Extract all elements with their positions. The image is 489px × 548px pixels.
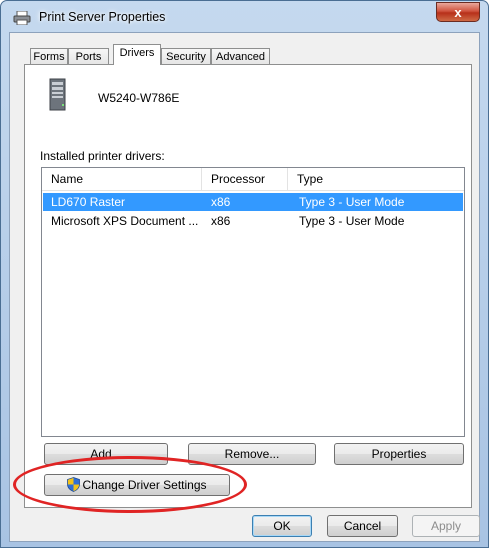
column-header-processor[interactable]: Processor [202, 168, 288, 190]
driver-name-cell: LD670 Raster [51, 195, 126, 209]
window-title: Print Server Properties [39, 10, 166, 24]
tab-label: Security [166, 51, 206, 63]
table-row[interactable]: Microsoft XPS Document ... x86 Type 3 - … [43, 212, 463, 230]
close-button[interactable]: x [436, 2, 480, 22]
change-driver-settings-label: Change Driver Settings [82, 478, 207, 492]
installed-drivers-list[interactable]: Name Processor Type LD670 Raster x86 Typ… [41, 167, 465, 437]
ok-button[interactable]: OK [252, 515, 312, 537]
printer-icon [13, 11, 31, 25]
driver-name-cell: Microsoft XPS Document ... [51, 214, 199, 228]
add-button[interactable]: Add... [44, 443, 168, 465]
table-row[interactable]: LD670 Raster x86 Type 3 - User Mode [43, 193, 463, 211]
driver-type-cell: Type 3 - User Mode [299, 195, 405, 209]
cancel-button[interactable]: Cancel [327, 515, 398, 537]
server-name: W5240-W786E [98, 91, 180, 105]
server-tower-icon [49, 78, 66, 111]
tab-label: Advanced [216, 51, 265, 63]
driver-processor-cell: x86 [211, 195, 231, 209]
driver-processor-cell: x86 [211, 214, 231, 228]
change-driver-settings-button[interactable]: Change Driver Settings [44, 474, 230, 496]
column-header-type[interactable]: Type [288, 168, 464, 190]
column-header-name[interactable]: Name [42, 168, 202, 190]
properties-button[interactable]: Properties [334, 443, 464, 465]
list-header: Name Processor Type [42, 168, 464, 191]
driver-type-cell: Type 3 - User Mode [299, 214, 405, 228]
close-icon: x [454, 5, 462, 20]
installed-drivers-label: Installed printer drivers: [40, 149, 165, 163]
tab-label: Forms [33, 51, 65, 63]
uac-shield-icon [67, 477, 81, 492]
tab-drivers[interactable]: Drivers [113, 44, 161, 65]
tab-label: Drivers [119, 47, 155, 59]
tab-label: Ports [75, 51, 102, 63]
apply-button: Apply [412, 515, 480, 537]
title-bar[interactable]: Print Server Properties x [1, 1, 488, 33]
remove-button[interactable]: Remove... [188, 443, 316, 465]
